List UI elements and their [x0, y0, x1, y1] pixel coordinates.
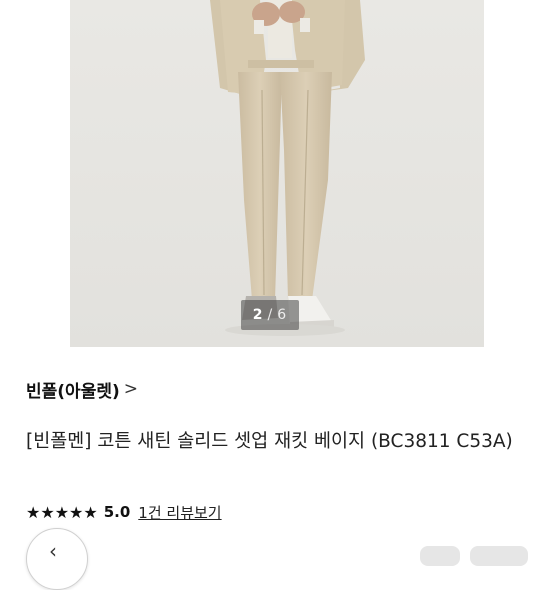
- rating-score: 5.0: [103, 503, 131, 521]
- image-total-count: 6: [277, 307, 288, 323]
- image-current-index: 2: [252, 307, 264, 323]
- rating-summary: ★★★★★ 5.0 1건 리뷰보기: [26, 499, 222, 525]
- chevron-right-icon: >: [123, 379, 138, 399]
- product-image-gallery[interactable]: 2 / 6: [0, 0, 553, 347]
- product-title: [빈폴멘] 코튼 새틴 솔리드 셋업 재킷 베이지 (BC3811 C53A): [26, 431, 513, 452]
- star-rating-icon: ★★★★★: [26, 502, 98, 522]
- view-reviews-link[interactable]: 1건 리뷰보기: [138, 502, 221, 523]
- image-counter-separator: /: [267, 307, 274, 323]
- brand-name: 빈폴(아울렛): [26, 381, 120, 402]
- image-page-counter: 2 / 6: [241, 300, 299, 330]
- chevron-left-icon: ‹: [49, 539, 57, 563]
- bottom-action-pill-1[interactable]: [420, 546, 460, 566]
- back-button[interactable]: ‹: [26, 528, 88, 590]
- product-photo[interactable]: [70, 0, 484, 347]
- bottom-action-pill-2[interactable]: [470, 546, 528, 566]
- brand-link[interactable]: 빈폴(아울렛) >: [26, 376, 138, 402]
- model-wearing-suit-image: [210, 0, 365, 336]
